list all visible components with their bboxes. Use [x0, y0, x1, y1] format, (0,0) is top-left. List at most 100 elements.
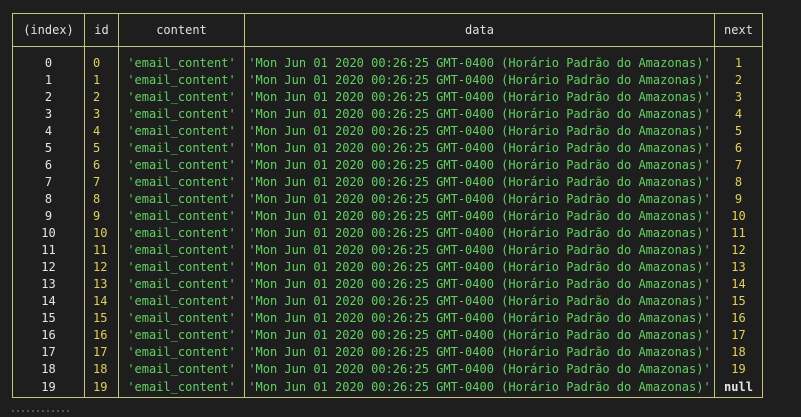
row-index-cell: 5 [12, 140, 85, 157]
row-index-cell: 1 [12, 72, 85, 89]
table-row: 2 2'email_content' 'Mon Jun 01 2020 00:26:… [12, 89, 763, 106]
row-index-cell: 3 [12, 106, 85, 123]
row-content-cell: 'email_content' [118, 242, 245, 259]
row-content-cell: 'email_content' [118, 89, 245, 106]
row-content-cell: 'email_content' [118, 344, 245, 361]
row-id-cell: 19 [84, 378, 119, 398]
table-body: 0 0'email_content' 'Mon Jun 01 2020 00:26:… [12, 46, 763, 398]
row-data-cell: 'Mon Jun 01 2020 00:26:25 GMT-0400 (Horá… [244, 106, 715, 123]
trailing-output [12, 410, 72, 412]
row-index-cell: 0 [12, 55, 85, 72]
row-data-cell: 'Mon Jun 01 2020 00:26:25 GMT-0400 (Horá… [244, 191, 715, 208]
row-content-cell: 'email_content' [118, 259, 245, 276]
row-data-cell: 'Mon Jun 01 2020 00:26:25 GMT-0400 (Horá… [244, 361, 715, 378]
row-content-cell: 'email_content' [118, 140, 245, 157]
row-id-cell: 6 [84, 157, 119, 174]
row-id-cell: 0 [84, 55, 119, 72]
row-id-cell: 17 [84, 344, 119, 361]
row-id-cell: 16 [84, 327, 119, 344]
table-row: 18 18'email_content' 'Mon Jun 01 2020 00:2… [12, 361, 763, 378]
row-index-cell: 16 [12, 327, 85, 344]
row-data-cell: 'Mon Jun 01 2020 00:26:25 GMT-0400 (Horá… [244, 276, 715, 293]
row-id-cell: 7 [84, 174, 119, 191]
row-data-cell: 'Mon Jun 01 2020 00:26:25 GMT-0400 (Horá… [244, 259, 715, 276]
row-index-cell: 13 [12, 276, 85, 293]
row-index-cell: 10 [12, 225, 85, 242]
table-row: 3 3'email_content' 'Mon Jun 01 2020 00:26:… [12, 106, 763, 123]
row-id-cell: 18 [84, 361, 119, 378]
header-content: content [118, 13, 245, 47]
row-next-cell: 15 [714, 293, 763, 310]
table-row: 19 19'email_content' 'Mon Jun 01 2020 00:2… [12, 378, 763, 398]
row-id-cell: 1 [84, 72, 119, 89]
row-next-cell: 3 [714, 89, 763, 106]
row-content-cell: 'email_content' [118, 123, 245, 140]
row-next-cell: 2 [714, 72, 763, 89]
table-row: 4 4'email_content' 'Mon Jun 01 2020 00:26:… [12, 123, 763, 140]
table-row: 5 5'email_content' 'Mon Jun 01 2020 00:26:… [12, 140, 763, 157]
table-row: 12 12'email_content' 'Mon Jun 01 2020 00:2… [12, 259, 763, 276]
table-header-row: (index) id content data next [12, 13, 763, 47]
table-row: 10 10'email_content' 'Mon Jun 01 2020 00:2… [12, 225, 763, 242]
row-next-cell: 9 [714, 191, 763, 208]
row-index-cell: 15 [12, 310, 85, 327]
row-id-cell: 14 [84, 293, 119, 310]
row-content-cell: 'email_content' [118, 378, 245, 398]
table-row: 6 6'email_content' 'Mon Jun 01 2020 00:26:… [12, 157, 763, 174]
row-content-cell: 'email_content' [118, 276, 245, 293]
row-data-cell: 'Mon Jun 01 2020 00:26:25 GMT-0400 (Horá… [244, 174, 715, 191]
table-row: 8 8'email_content' 'Mon Jun 01 2020 00:26:… [12, 191, 763, 208]
row-id-cell: 13 [84, 276, 119, 293]
row-next-cell: 14 [714, 276, 763, 293]
row-next-cell: null [714, 378, 763, 398]
table-row: 13 13'email_content' 'Mon Jun 01 2020 00:2… [12, 276, 763, 293]
row-id-cell: 15 [84, 310, 119, 327]
row-data-cell: 'Mon Jun 01 2020 00:26:25 GMT-0400 (Horá… [244, 225, 715, 242]
row-id-cell: 5 [84, 140, 119, 157]
row-index-cell: 14 [12, 293, 85, 310]
row-next-cell: 4 [714, 106, 763, 123]
console-output: (index) id content data next 0 0'email_co… [0, 0, 801, 417]
row-content-cell: 'email_content' [118, 157, 245, 174]
row-data-cell: 'Mon Jun 01 2020 00:26:25 GMT-0400 (Horá… [244, 327, 715, 344]
row-next-cell: 5 [714, 123, 763, 140]
row-content-cell: 'email_content' [118, 55, 245, 72]
row-index-cell: 9 [12, 208, 85, 225]
row-next-cell: 6 [714, 140, 763, 157]
row-data-cell: 'Mon Jun 01 2020 00:26:25 GMT-0400 (Horá… [244, 157, 715, 174]
row-content-cell: 'email_content' [118, 293, 245, 310]
row-next-cell: 7 [714, 157, 763, 174]
table-row: 9 9'email_content' 'Mon Jun 01 2020 00:26:… [12, 208, 763, 225]
row-data-cell: 'Mon Jun 01 2020 00:26:25 GMT-0400 (Horá… [244, 72, 715, 89]
row-content-cell: 'email_content' [118, 174, 245, 191]
row-next-cell: 13 [714, 259, 763, 276]
row-next-cell: 12 [714, 242, 763, 259]
row-index-cell: 4 [12, 123, 85, 140]
row-content-cell: 'email_content' [118, 72, 245, 89]
table-row: 16 16'email_content' 'Mon Jun 01 2020 00:2… [12, 327, 763, 344]
row-index-cell: 18 [12, 361, 85, 378]
row-content-cell: 'email_content' [118, 361, 245, 378]
row-index-cell: 8 [12, 191, 85, 208]
row-id-cell: 9 [84, 208, 119, 225]
row-data-cell: 'Mon Jun 01 2020 00:26:25 GMT-0400 (Horá… [244, 293, 715, 310]
row-next-cell: 18 [714, 344, 763, 361]
row-content-cell: 'email_content' [118, 106, 245, 123]
table-spacer-row [12, 46, 763, 55]
row-data-cell: 'Mon Jun 01 2020 00:26:25 GMT-0400 (Horá… [244, 242, 715, 259]
row-data-cell: 'Mon Jun 01 2020 00:26:25 GMT-0400 (Horá… [244, 344, 715, 361]
row-data-cell: 'Mon Jun 01 2020 00:26:25 GMT-0400 (Horá… [244, 310, 715, 327]
row-next-cell: 11 [714, 225, 763, 242]
header-next: next [714, 13, 763, 47]
row-content-cell: 'email_content' [118, 225, 245, 242]
row-id-cell: 3 [84, 106, 119, 123]
header-data: data [244, 13, 715, 47]
row-content-cell: 'email_content' [118, 327, 245, 344]
row-index-cell: 12 [12, 259, 85, 276]
table-row: 14 14'email_content' 'Mon Jun 01 2020 00:2… [12, 293, 763, 310]
row-data-cell: 'Mon Jun 01 2020 00:26:25 GMT-0400 (Horá… [244, 208, 715, 225]
row-id-cell: 4 [84, 123, 119, 140]
row-data-cell: 'Mon Jun 01 2020 00:26:25 GMT-0400 (Horá… [244, 89, 715, 106]
row-id-cell: 2 [84, 89, 119, 106]
row-next-cell: 17 [714, 327, 763, 344]
